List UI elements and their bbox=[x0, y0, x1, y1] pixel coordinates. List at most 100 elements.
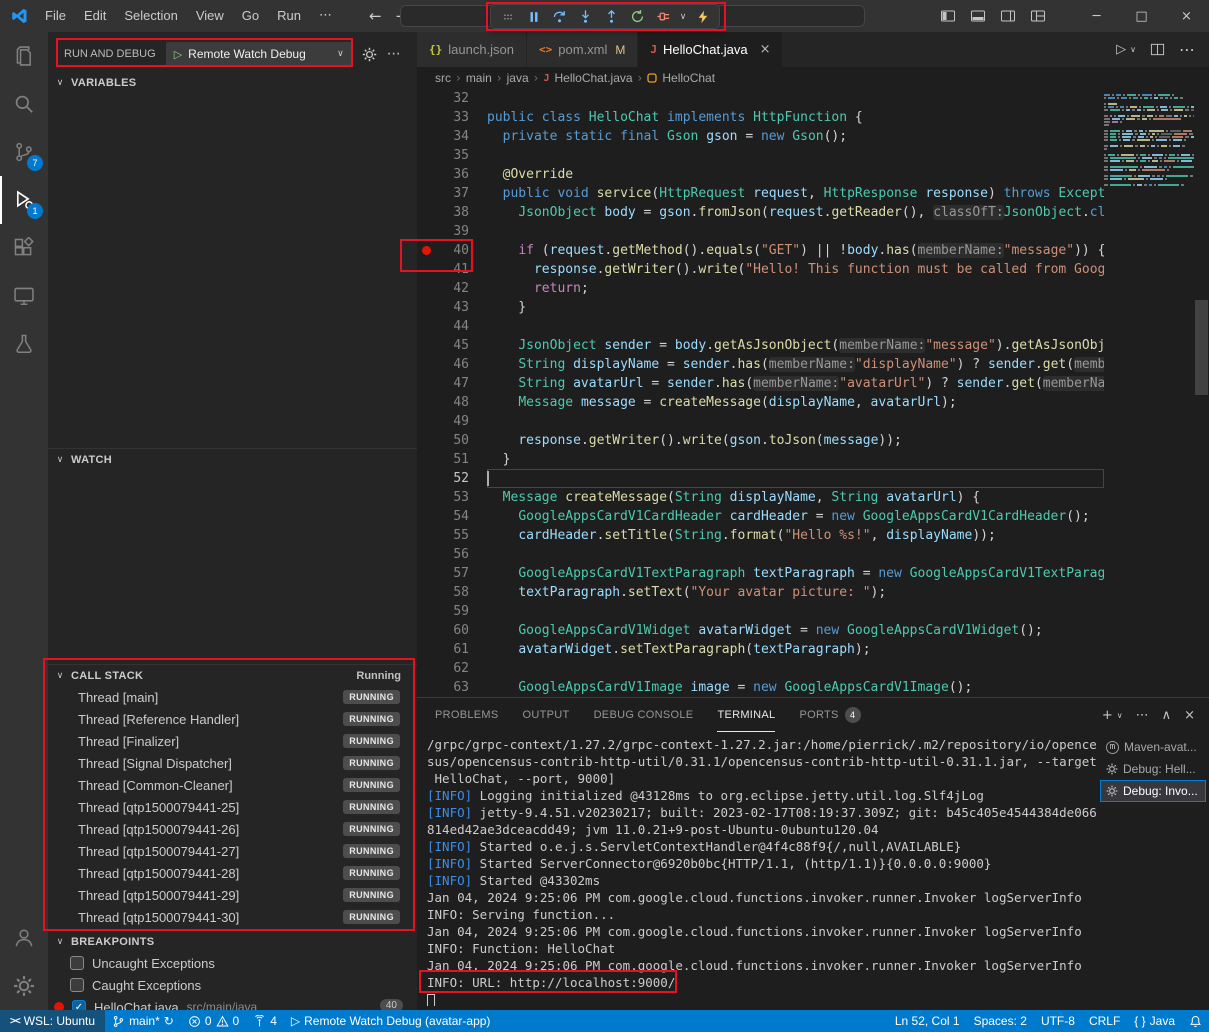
breakpoint-slot[interactable] bbox=[417, 640, 437, 659]
code-text[interactable]: if (request.getMethod().equals("GET") ||… bbox=[487, 241, 1104, 260]
code-text[interactable]: } bbox=[487, 450, 1104, 469]
breakpoint-slot[interactable] bbox=[417, 412, 437, 431]
code-text[interactable]: GoogleAppsCardV1Widget avatarWidget = ne… bbox=[487, 621, 1104, 640]
code-text[interactable]: @Override bbox=[487, 165, 1104, 184]
terminal-tab[interactable]: Debug: Invo... bbox=[1100, 780, 1206, 802]
checkbox-unchecked[interactable] bbox=[70, 978, 84, 992]
code-text[interactable] bbox=[487, 659, 1104, 678]
new-terminal-icon[interactable]: + bbox=[1102, 708, 1113, 723]
breakpoint-slot[interactable] bbox=[417, 621, 437, 640]
call-stack-thread[interactable]: Thread [qtp1500079441-27]RUNNING bbox=[48, 840, 417, 862]
breakpoint-slot[interactable] bbox=[417, 127, 437, 146]
cursor-position-status[interactable]: Ln 52, Col 1 bbox=[888, 1010, 967, 1032]
breakpoint-caught-exceptions[interactable]: Caught Exceptions bbox=[48, 974, 417, 996]
call-stack-thread[interactable]: Thread [Common-Cleaner]RUNNING bbox=[48, 774, 417, 796]
code-text[interactable]: public class HelloChat implements HttpFu… bbox=[487, 108, 1104, 127]
tab-launch-json[interactable]: {} launch.json bbox=[417, 32, 527, 67]
sidebar-item-extensions[interactable] bbox=[0, 224, 48, 272]
breadcrumb-item[interactable]: main bbox=[466, 71, 492, 85]
run-java-button[interactable]: ▷ bbox=[1116, 42, 1126, 57]
close-tab-icon[interactable]: × bbox=[760, 42, 771, 57]
breakpoint-slot[interactable] bbox=[417, 602, 437, 621]
code-text[interactable]: response.getWriter().write("Hello! This … bbox=[487, 260, 1104, 279]
code-text[interactable]: } bbox=[487, 298, 1104, 317]
code-text[interactable]: response.getWriter().write(gson.toJson(m… bbox=[487, 431, 1104, 450]
restart-button[interactable] bbox=[626, 6, 649, 27]
indentation-status[interactable]: Spaces: 2 bbox=[967, 1010, 1034, 1032]
section-watch[interactable]: ∨ WATCH bbox=[48, 448, 417, 470]
nav-back-icon[interactable]: ← bbox=[369, 7, 382, 25]
window-maximize-icon[interactable]: □ bbox=[1119, 0, 1164, 32]
breakpoint-slot[interactable] bbox=[417, 203, 437, 222]
breakpoint-uncaught-exceptions[interactable]: Uncaught Exceptions bbox=[48, 952, 417, 974]
maximize-panel-icon[interactable]: ∧ bbox=[1162, 708, 1172, 723]
launch-config-dropdown[interactable]: ▷ Remote Watch Debug ∨ bbox=[166, 42, 352, 66]
breakpoint-slot[interactable] bbox=[417, 450, 437, 469]
code-text[interactable]: Message message = createMessage(displayN… bbox=[487, 393, 1104, 412]
breakpoint-slot[interactable] bbox=[417, 184, 437, 203]
code-text[interactable]: public void service(HttpRequest request,… bbox=[487, 184, 1104, 203]
editor-more-actions-icon[interactable]: ⋯ bbox=[1179, 40, 1195, 59]
tab-output[interactable]: OUTPUT bbox=[523, 698, 570, 732]
forwarded-ports-status[interactable]: 4 bbox=[246, 1010, 284, 1032]
breakpoint-slot[interactable] bbox=[417, 431, 437, 450]
breadcrumb-item[interactable]: HelloChat bbox=[662, 71, 715, 85]
debug-session-dropdown-icon[interactable]: ∨ bbox=[678, 12, 688, 22]
call-stack-thread[interactable]: Thread [main]RUNNING bbox=[48, 686, 417, 708]
panel-more-actions-icon[interactable]: ⋯ bbox=[1136, 708, 1149, 723]
section-variables[interactable]: ∨ VARIABLES bbox=[48, 72, 417, 94]
sidebar-item-source-control[interactable]: 7 bbox=[0, 128, 48, 176]
window-close-icon[interactable]: × bbox=[1164, 0, 1209, 32]
breakpoint-slot[interactable] bbox=[417, 564, 437, 583]
code-text[interactable]: String displayName = sender.has(memberNa… bbox=[487, 355, 1104, 374]
encoding-status[interactable]: UTF-8 bbox=[1034, 1010, 1082, 1032]
breakpoint-slot[interactable] bbox=[417, 469, 437, 488]
code-text[interactable]: private static final Gson gson = new Gso… bbox=[487, 127, 1104, 146]
tab-debug-console[interactable]: DEBUG CONSOLE bbox=[594, 698, 694, 732]
tab-hellochat-java[interactable]: J HelloChat.java × bbox=[638, 32, 783, 67]
call-stack-thread[interactable]: Thread [Signal Dispatcher]RUNNING bbox=[48, 752, 417, 774]
toggle-panel-icon[interactable] bbox=[970, 8, 986, 24]
breakpoint-slot[interactable] bbox=[417, 526, 437, 545]
eol-status[interactable]: CRLF bbox=[1082, 1010, 1127, 1032]
checkbox-unchecked[interactable] bbox=[70, 956, 84, 970]
breakpoint-slot[interactable] bbox=[417, 545, 437, 564]
code-text[interactable] bbox=[487, 412, 1104, 431]
breadcrumb-item[interactable]: HelloChat.java bbox=[555, 71, 633, 85]
notifications-bell-icon[interactable] bbox=[1182, 1010, 1209, 1032]
editor-scrollbar[interactable] bbox=[1194, 89, 1209, 697]
step-over-button[interactable] bbox=[548, 6, 571, 27]
code-text[interactable]: cardHeader.setTitle(String.format("Hello… bbox=[487, 526, 1104, 545]
code-text[interactable] bbox=[487, 545, 1104, 564]
code-area[interactable]: 3233public class HelloChat implements Ht… bbox=[417, 89, 1209, 697]
customize-layout-icon[interactable] bbox=[1030, 8, 1046, 24]
call-stack-thread[interactable]: Thread [qtp1500079441-28]RUNNING bbox=[48, 862, 417, 884]
breakpoint-slot[interactable] bbox=[417, 260, 437, 279]
tab-problems[interactable]: PROBLEMS bbox=[435, 698, 499, 732]
code-text[interactable] bbox=[487, 602, 1104, 621]
terminal-tab[interactable]: Debug: Hell... bbox=[1100, 758, 1206, 780]
breakpoint-slot[interactable] bbox=[417, 222, 437, 241]
code-text[interactable]: return; bbox=[487, 279, 1104, 298]
debug-settings-gear-icon[interactable] bbox=[362, 47, 377, 62]
code-text[interactable]: GoogleAppsCardV1Image image = new Google… bbox=[487, 678, 1104, 697]
language-mode-status[interactable]: { } Java bbox=[1127, 1010, 1182, 1032]
code-text[interactable]: JsonObject body = gson.fromJson(request.… bbox=[487, 203, 1104, 222]
tab-ports[interactable]: PORTS4 bbox=[799, 698, 860, 732]
scrollbar-thumb[interactable] bbox=[1195, 300, 1208, 395]
split-editor-icon[interactable] bbox=[1150, 42, 1165, 57]
breakpoint-slot[interactable] bbox=[417, 678, 437, 697]
menu-go[interactable]: Go bbox=[233, 0, 268, 32]
account-button[interactable] bbox=[0, 914, 48, 962]
code-text[interactable] bbox=[487, 146, 1104, 165]
code-text[interactable] bbox=[487, 89, 1104, 108]
debug-session-status[interactable]: ▷ Remote Watch Debug (avatar-app) bbox=[284, 1010, 498, 1032]
remote-indicator[interactable]: >< WSL: Ubuntu bbox=[0, 1010, 105, 1032]
tab-pom-xml[interactable]: <> pom.xml M bbox=[527, 32, 638, 67]
menu-view[interactable]: View bbox=[187, 0, 233, 32]
terminal[interactable]: /grpc/grpc-context/1.27.2/grpc-context-1… bbox=[427, 736, 1097, 1006]
step-out-button[interactable] bbox=[600, 6, 623, 27]
gripper-icon[interactable] bbox=[496, 6, 519, 27]
code-text[interactable]: String avatarUrl = sender.has(memberName… bbox=[487, 374, 1104, 393]
breakpoint-slot[interactable] bbox=[417, 583, 437, 602]
